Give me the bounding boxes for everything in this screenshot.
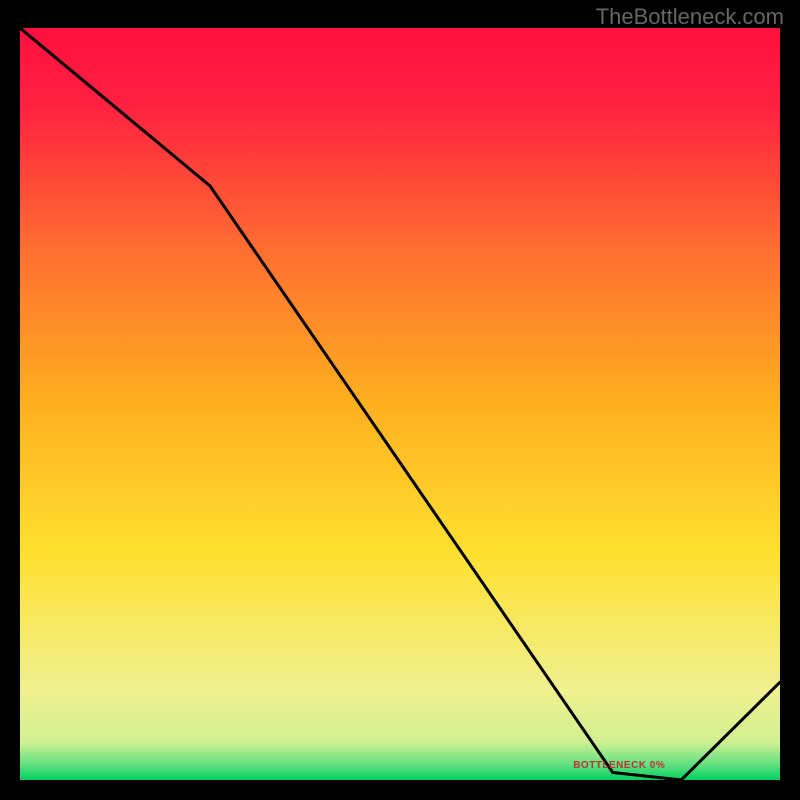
- chart-background: [20, 28, 780, 780]
- annotation-label: BOTTLENECK 0%: [573, 760, 665, 771]
- watermark-text: TheBottleneck.com: [596, 4, 784, 30]
- chart-container: BOTTLENECK 0%: [20, 28, 780, 780]
- chart-svg: [20, 28, 780, 780]
